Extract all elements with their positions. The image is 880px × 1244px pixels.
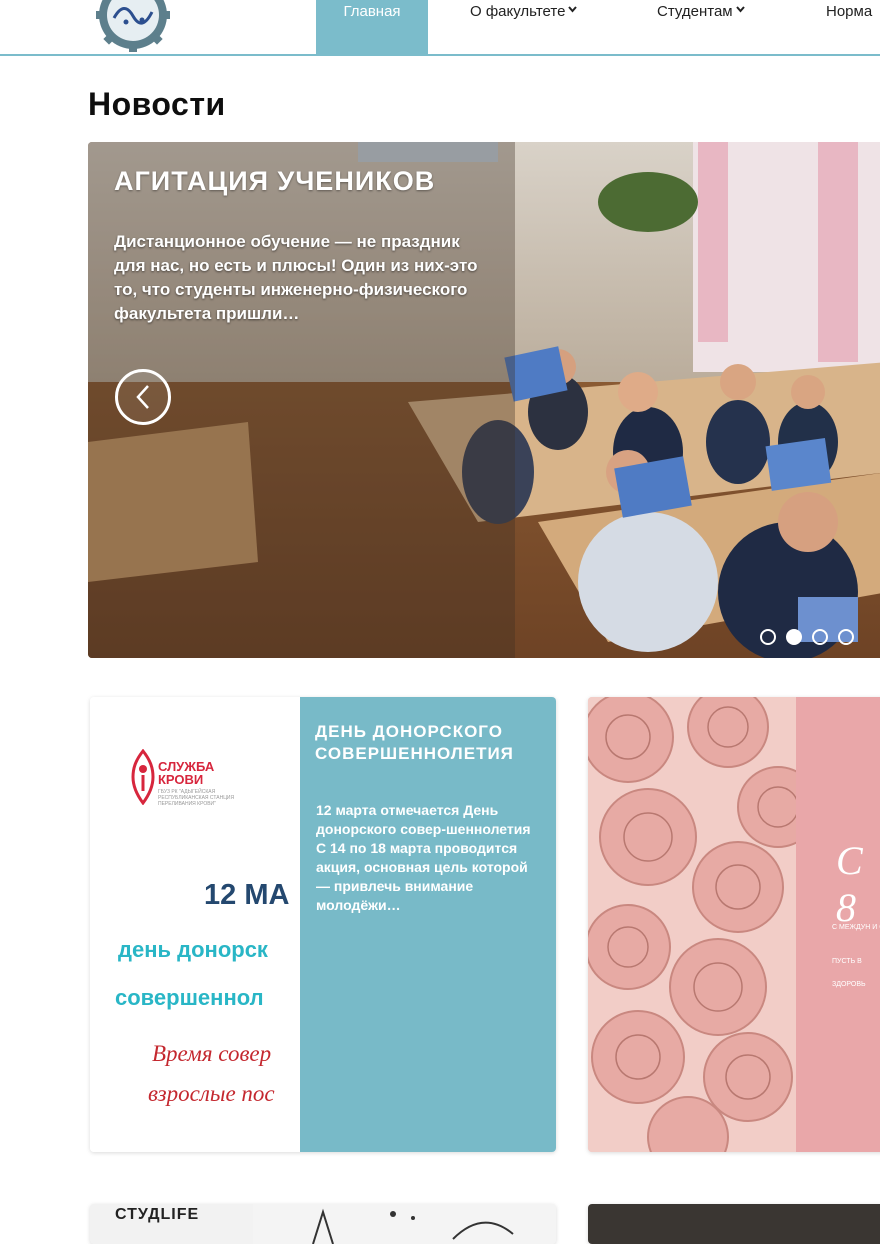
nav-about-label: О факультете (470, 3, 566, 20)
chevron-left-icon (136, 385, 149, 409)
nav-about-faculty[interactable]: О факультете (470, 3, 578, 20)
nav-home[interactable]: Главная (316, 0, 428, 54)
news-card-donor-day[interactable]: СЛУЖБА КРОВИ ГБУЗ РК "АДЫГЕЙСКАЯ РЕСПУБЛ… (90, 697, 556, 1152)
nav-home-label: Главная (343, 3, 401, 20)
poster-line-2: совершеннол (115, 985, 264, 1010)
slide-excerpt: Дистанционное обучение — не праздник для… (114, 232, 478, 323)
news-card-4[interactable] (588, 1204, 880, 1244)
greeting-small-text-1: С МЕЖДУН И С (832, 924, 880, 931)
carousel-prev-button[interactable] (115, 369, 171, 425)
carousel-dot-2[interactable] (786, 629, 802, 645)
news-card-march-8[interactable]: С 8 С МЕЖДУН И С ПУСТЬ В ЗДОРОВЬ (588, 697, 880, 1152)
poster-date: 12 МА (204, 879, 290, 911)
chevron-down-icon (568, 5, 578, 16)
news-carousel[interactable]: АГИТАЦИЯ УЧЕНИКОВ Дистанционное обучение… (88, 142, 880, 658)
greeting-small-text-2: ПУСТЬ В (832, 958, 862, 965)
card-image-label: СТУДLIFE (115, 1206, 200, 1223)
greeting-script-text: С 8 (836, 838, 863, 930)
card-excerpt: 12 марта отмечается День донорского сове… (316, 802, 531, 913)
news-card-studlife[interactable]: СТУДLIFE (90, 1204, 556, 1244)
carousel-dot-4[interactable] (838, 629, 854, 645)
slide-title[interactable]: АГИТАЦИЯ УЧЕНИКОВ (114, 166, 435, 197)
nav-students[interactable]: Студентам (657, 3, 745, 20)
blood-service-logo (131, 749, 155, 805)
top-navigation-bar: Главная О факультете Студентам Норма (0, 0, 880, 56)
blood-service-subtitle: ГБУЗ РК "АДЫГЕЙСКАЯ РЕСПУБЛИКАНСКАЯ СТАН… (158, 789, 235, 807)
card-image-donor: СЛУЖБА КРОВИ ГБУЗ РК "АДЫГЕЙСКАЯ РЕСПУБЛ… (90, 697, 300, 1152)
carousel-dot-1[interactable] (760, 629, 776, 645)
carousel-indicators (760, 629, 854, 645)
nav-norms[interactable]: Норма (826, 3, 872, 20)
faculty-logo[interactable] (96, 0, 170, 52)
greeting-small-text-3: ЗДОРОВЬ (832, 981, 866, 988)
chevron-down-icon (735, 5, 745, 16)
poster-line-3: Время совер (152, 1041, 272, 1066)
card-text-panel: ДЕНЬ ДОНОРСКОГО СОВЕРШЕННОЛЕТИЯ 12 марта… (300, 697, 556, 1152)
card-image-roses (588, 697, 796, 1152)
card-image-sketch (253, 1204, 556, 1244)
nav-norms-label: Норма (826, 3, 873, 20)
poster-line-4: взрослые пос (148, 1081, 275, 1106)
nav-students-label: Студентам (657, 3, 733, 20)
carousel-dot-3[interactable] (812, 629, 828, 645)
page-title: Новости (88, 86, 226, 122)
poster-line-1: день донорск (118, 937, 268, 962)
card-greeting-panel: С 8 С МЕЖДУН И С ПУСТЬ В ЗДОРОВЬ (796, 697, 880, 1152)
blood-service-name: СЛУЖБА КРОВИ (158, 759, 215, 787)
card-title[interactable]: ДЕНЬ ДОНОРСКОГО СОВЕРШЕННОЛЕТИЯ (315, 721, 545, 765)
